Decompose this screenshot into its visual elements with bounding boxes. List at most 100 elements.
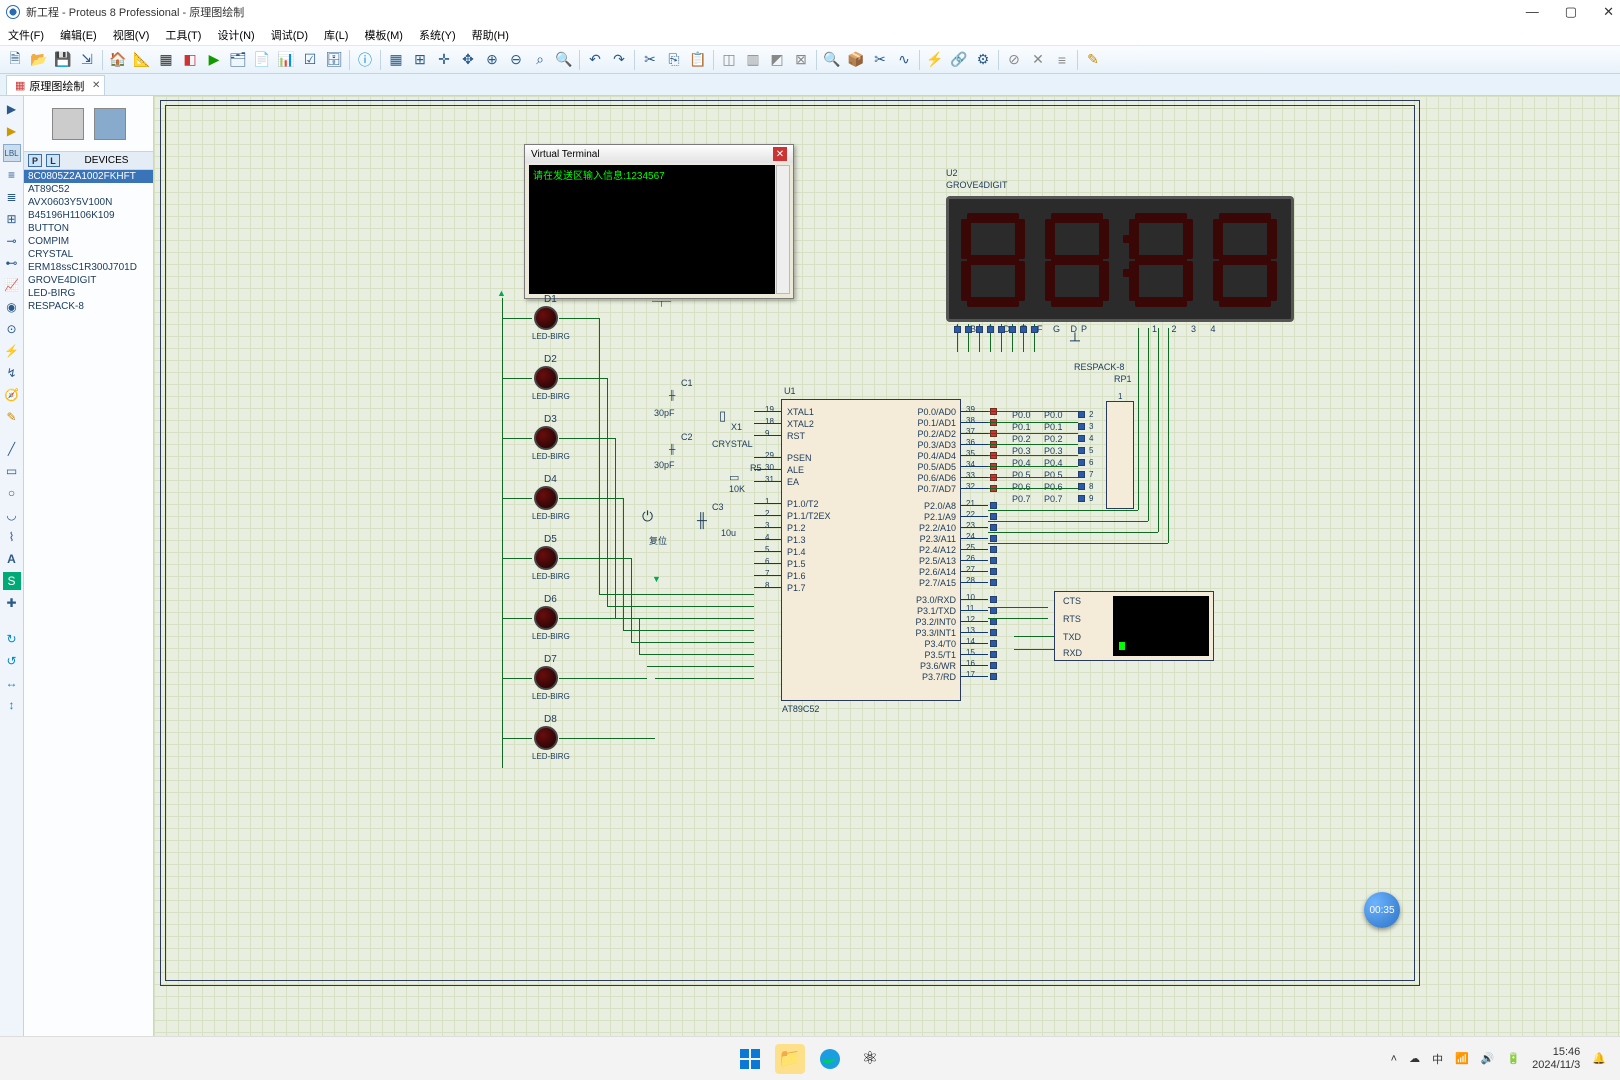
pick-icon[interactable]: 🔍 — [821, 49, 843, 71]
tray-battery-icon[interactable]: 🔋 — [1506, 1052, 1520, 1065]
decompose-icon[interactable]: ✂ — [869, 49, 891, 71]
circle2d-icon[interactable]: ○ — [3, 484, 21, 502]
menu-view[interactable]: 视图(V) — [113, 27, 150, 43]
package-icon[interactable]: 📦 — [845, 49, 867, 71]
led[interactable] — [534, 726, 558, 750]
compim-serial[interactable]: CTS RTS TXD RXD — [1054, 591, 1214, 661]
pick-button[interactable]: P — [28, 154, 42, 167]
explorer-icon[interactable]: 📁 — [775, 1044, 805, 1074]
schematic-icon[interactable]: 📐 — [131, 49, 153, 71]
bus-mode-icon[interactable]: ≣ — [3, 188, 21, 206]
zoom-out-icon[interactable]: ⊖ — [505, 49, 527, 71]
save-icon[interactable]: 💾 — [52, 49, 74, 71]
windows-taskbar[interactable]: 📁 ⚛ ˄ ☁ 中 📶 🔊 🔋 15:462024/11/3 🔔 — [0, 1036, 1620, 1080]
zoom-area-icon[interactable]: 🔍 — [553, 49, 575, 71]
drc-icon[interactable]: ☑ — [299, 49, 321, 71]
db-icon[interactable]: 🗄 — [323, 49, 345, 71]
excl-icon[interactable]: ⊘ — [1003, 49, 1025, 71]
probe-i-icon[interactable]: ↯ — [3, 364, 21, 382]
edit-icon[interactable]: ✎ — [1082, 49, 1104, 71]
text2d-icon[interactable]: A — [3, 550, 21, 568]
block-delete-icon[interactable]: ⊠ — [790, 49, 812, 71]
block-rotate-icon[interactable]: ◩ — [766, 49, 788, 71]
list-item[interactable]: CRYSTAL — [24, 248, 153, 261]
line2d-icon[interactable]: ╱ — [3, 440, 21, 458]
snap-icon[interactable]: ⊞ — [409, 49, 431, 71]
mirror-v-icon[interactable]: ↕ — [3, 696, 21, 714]
menu-help[interactable]: 帮助(H) — [472, 27, 509, 43]
led[interactable] — [534, 306, 558, 330]
window-close[interactable]: ✕ — [1603, 4, 1614, 20]
menu-edit[interactable]: 编辑(E) — [60, 27, 97, 43]
select-mode-icon[interactable]: ▶ — [3, 100, 21, 118]
copy-icon[interactable]: ⎘ — [663, 49, 685, 71]
paste-icon[interactable]: 📋 — [687, 49, 709, 71]
rotate-ccw-icon[interactable]: ↺ — [3, 652, 21, 670]
compile-icon[interactable]: ⚙ — [972, 49, 994, 71]
led[interactable] — [534, 666, 558, 690]
mirror-h-icon[interactable]: ↔ — [3, 674, 21, 692]
edge-icon[interactable] — [815, 1044, 845, 1074]
menu-library[interactable]: 库(L) — [324, 27, 348, 43]
list-item[interactable]: 8C0805Z2A1002FKHFT — [24, 170, 153, 183]
start-icon[interactable] — [735, 1044, 765, 1074]
led[interactable] — [534, 546, 558, 570]
chip-icon[interactable]: ▦ — [155, 49, 177, 71]
tray-volume-icon[interactable]: 🔊 — [1481, 1052, 1495, 1065]
tape-mode-icon[interactable]: ◉ — [3, 298, 21, 316]
menu-file[interactable]: 文件(F) — [8, 27, 44, 43]
list-item[interactable]: B45196H1106K109 — [24, 209, 153, 222]
respack-8[interactable] — [1106, 401, 1134, 509]
led[interactable] — [534, 606, 558, 630]
menu-tool[interactable]: 工具(T) — [165, 27, 201, 43]
tab-schematic[interactable]: ▦ 原理图绘制 ✕ — [6, 75, 105, 95]
code-icon[interactable]: ▶ — [203, 49, 225, 71]
led[interactable] — [534, 366, 558, 390]
tray-onedrive-icon[interactable]: ☁ — [1409, 1052, 1420, 1065]
component-mode-icon[interactable]: ▶ — [3, 122, 21, 140]
gerber-icon[interactable]: 📊 — [275, 49, 297, 71]
marker2d-icon[interactable]: ✚ — [3, 594, 21, 612]
tray-ime[interactable]: 中 — [1432, 1051, 1443, 1067]
new-icon[interactable]: 🗎 — [4, 49, 26, 71]
import-icon[interactable]: ⇲ — [76, 49, 98, 71]
block-copy-icon[interactable]: ◫ — [718, 49, 740, 71]
arc2d-icon[interactable]: ◡ — [3, 506, 21, 524]
prop-icon[interactable]: ≡ — [1051, 49, 1073, 71]
zoom-in-icon[interactable]: ⊕ — [481, 49, 503, 71]
rect2d-icon[interactable]: ▭ — [3, 462, 21, 480]
list-item[interactable]: COMPIM — [24, 235, 153, 248]
redo-icon[interactable]: ↷ — [608, 49, 630, 71]
netlist-icon[interactable]: 🔗 — [948, 49, 970, 71]
cut-icon[interactable]: ✂ — [639, 49, 661, 71]
rotate-cw-icon[interactable]: ↻ — [3, 630, 21, 648]
grid-icon[interactable]: ▦ — [385, 49, 407, 71]
tray-wifi-icon[interactable]: 📶 — [1455, 1052, 1469, 1065]
path2d-icon[interactable]: ⌇ — [3, 528, 21, 546]
window-minimize[interactable]: — — [1526, 4, 1539, 20]
system-tray[interactable]: ˄ ☁ 中 📶 🔊 🔋 15:462024/11/3 🔔 — [1391, 1046, 1620, 1070]
menu-system[interactable]: 系统(Y) — [419, 27, 456, 43]
undo-icon[interactable]: ↶ — [584, 49, 606, 71]
window-maximize[interactable]: ▢ — [1565, 4, 1577, 20]
device-list[interactable]: 8C0805Z2A1002FKHFT AT89C52 AVX0603Y5V100… — [24, 170, 153, 1036]
terminal-mode-icon[interactable]: ⊸ — [3, 232, 21, 250]
tray-clock[interactable]: 15:462024/11/3 — [1532, 1046, 1580, 1070]
led[interactable] — [534, 486, 558, 510]
symbol2d-icon[interactable]: S — [3, 572, 21, 590]
graph-mode-icon[interactable]: 📈 — [3, 276, 21, 294]
menu-debug[interactable]: 调试(D) — [271, 27, 308, 43]
text-mode-icon[interactable]: ≡ — [3, 166, 21, 184]
list-item[interactable]: ERM18ssC1R300J701D — [24, 261, 153, 274]
app-icon[interactable]: ⚛ — [855, 1044, 885, 1074]
list-item[interactable]: AVX0603Y5V100N — [24, 196, 153, 209]
list-item[interactable]: LED-BIRG — [24, 287, 153, 300]
help-icon[interactable]: ⓘ — [354, 49, 376, 71]
pan-icon[interactable]: ✥ — [457, 49, 479, 71]
list-item[interactable]: RESPACK-8 — [24, 300, 153, 313]
tray-chevron-icon[interactable]: ˄ — [1391, 1053, 1397, 1065]
menu-template[interactable]: 模板(M) — [364, 27, 403, 43]
seven-segment-display[interactable] — [946, 196, 1294, 322]
subcircuit-mode-icon[interactable]: ⊞ — [3, 210, 21, 228]
block-move-icon[interactable]: ▥ — [742, 49, 764, 71]
